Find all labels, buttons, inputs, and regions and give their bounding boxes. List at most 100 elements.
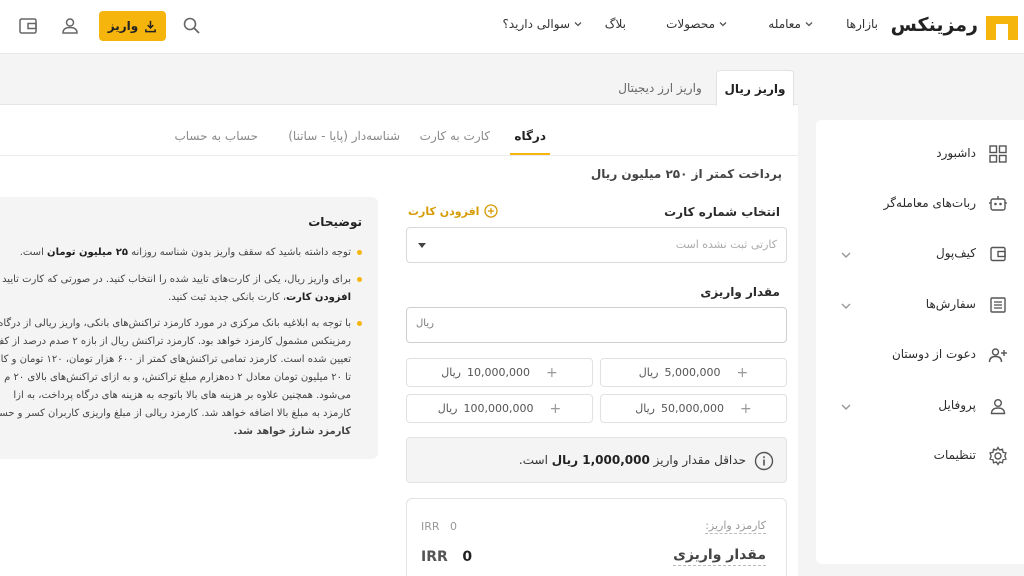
search-icon[interactable] [180, 14, 204, 38]
sidebar: داشبورد ربات‌های معامله‌گر کیف‌پول سفارش… [816, 120, 1024, 564]
amount-summary-unit: IRR [421, 549, 448, 565]
sidebar-item-label: تنظیمات [933, 448, 976, 462]
preset-amount-unit: ریال [437, 402, 458, 415]
description-bullet-3: با توجه به ابلاغیه بانک مرکزی در مورد کا… [0, 318, 362, 329]
description-bold: افزودن کارت [286, 292, 351, 303]
sidebar-item-label: دعوت از دوستان [891, 347, 976, 361]
preset-amount-unit: ریال [638, 366, 659, 379]
deposit-button-label: واریز [107, 19, 139, 33]
nav-trade[interactable]: معامله [768, 17, 814, 31]
nav-blog[interactable]: بلاگ [605, 17, 626, 31]
info-icon [754, 451, 774, 471]
chevron-down-icon [841, 303, 851, 309]
nav-markets[interactable]: بازارها [846, 17, 878, 31]
description-text: توجه داشته باشید که سقف واریز بدون شناسه… [131, 247, 351, 258]
chevron-down-icon [574, 22, 582, 27]
description-text: تعیین شده است. کارمزد تمامی تراکنش‌های ک… [0, 354, 351, 365]
preset-amount-button[interactable]: + 100,000,000 ریال [406, 394, 593, 423]
preset-amount-unit: ریال [441, 366, 461, 379]
chevron-down-icon [805, 22, 813, 27]
subtab-id-deposit[interactable]: شناسه‌دار (پایا - ساتنا) [288, 129, 400, 143]
subtab-account-to-account[interactable]: حساب به حساب [174, 129, 258, 143]
user-icon[interactable] [58, 14, 82, 38]
tab-crypto-label: واریز ارز دیجیتال [618, 81, 702, 95]
sidebar-item-dashboard[interactable]: داشبورد [816, 142, 1014, 166]
sidebar-item-label: کیف‌پول [935, 246, 976, 260]
caret-down-icon [418, 243, 426, 248]
description-title: توضیحات [308, 215, 362, 229]
amount-unit: ریال [416, 318, 434, 329]
card-select-dropdown[interactable]: کارتی ثبت نشده است [406, 227, 787, 263]
preset-amount-button[interactable]: + 5,000,000 ریال [600, 358, 787, 387]
subtab-id-deposit-label: شناسه‌دار (پایا - ساتنا) [288, 129, 400, 143]
description-text: با توجه به ابلاغیه بانک مرکزی در مورد کا… [0, 318, 351, 329]
card-select-placeholder: کارتی ثبت نشده است [675, 238, 777, 251]
sidebar-item-profile[interactable]: پروفایل [816, 394, 1014, 418]
nav-trade-label: معامله [768, 17, 801, 31]
tab-crypto-deposit[interactable]: واریز ارز دیجیتال [604, 70, 716, 106]
sidebar-item-invite[interactable]: دعوت از دوستان [816, 343, 1014, 367]
amount-label: مقدار واریزی [700, 285, 780, 299]
nav-faq[interactable]: سوالی دارید؟ [502, 17, 583, 31]
subtab-gateway[interactable]: درگاه [514, 129, 546, 143]
nav-products[interactable]: محصولات [666, 17, 728, 31]
description-text: است. [19, 247, 44, 258]
preset-amount-button[interactable]: + 50,000,000 ریال [600, 394, 787, 423]
subtab-card-to-card[interactable]: کارت به کارت [420, 129, 490, 143]
payment-limit-text: پرداخت کمتر از ۲۵۰ میلیون ریال [590, 167, 782, 181]
plus-icon: + [739, 400, 752, 417]
fee-summary-card: کارمزد واریز: IRR 0 مقدار واریزی IRR 0 [406, 498, 787, 576]
preset-amount-button[interactable]: + 10,000,000 ریال [406, 358, 593, 387]
description-text: ، کارت بانکی جدید ثبت کنید. [168, 292, 287, 303]
preset-amount-unit: ریال [635, 402, 655, 415]
subtab-card-to-card-label: کارت به کارت [419, 129, 490, 143]
card-select-label: انتخاب شماره کارت [664, 205, 780, 219]
robot-icon [989, 196, 1007, 211]
sidebar-item-orders[interactable]: سفارش‌ها [816, 293, 1014, 317]
deposit-button[interactable]: واریز [99, 11, 166, 41]
sidebar-item-robots[interactable]: ربات‌های معامله‌گر [816, 192, 1014, 216]
plus-icon: + [545, 364, 558, 381]
preset-amount-value: 5,000,000 [664, 366, 721, 379]
bullet-dot [357, 320, 362, 326]
sidebar-item-label: ربات‌های معامله‌گر [883, 196, 976, 210]
description-bullet-2-cont: افزودن کارت، کارت بانکی جدید ثبت کنید. [168, 292, 351, 303]
description-bold: ۲۵ میلیون تومان [47, 247, 128, 258]
settings-icon [989, 446, 1007, 466]
logo-icon[interactable] [986, 12, 1018, 40]
logo-text[interactable]: رمزینکس [891, 14, 979, 36]
preset-amount-value: 100,000,000 [463, 402, 534, 415]
amount-input[interactable]: ریال [406, 307, 787, 343]
description-bullet-2: برای واریز ریال، یکی از کارت‌های تایید ش… [2, 274, 362, 285]
sidebar-item-label: داشبورد [936, 146, 976, 160]
description-text: تا ۲۰ میلیون تومان معادل ۲ ده‌هزارم مبلغ… [4, 372, 351, 383]
sidebar-item-label: سفارش‌ها [925, 297, 976, 311]
invite-icon [988, 348, 1007, 363]
bullet-dot [357, 249, 362, 255]
payment-limit-notice: پرداخت کمتر از ۲۵۰ میلیون ریال [591, 165, 788, 183]
orders-icon [990, 297, 1006, 313]
add-card-button[interactable]: افزودن کارت [408, 204, 499, 218]
sidebar-item-wallet[interactable]: کیف‌پول [816, 242, 1014, 266]
nav-products-label: محصولات [666, 17, 715, 31]
bullet-dot [357, 276, 362, 282]
description-text: رمزینکس مشمول کارمزد خواهد بود. کارمزد ت… [0, 336, 351, 347]
plus-icon: + [549, 400, 562, 417]
subtab-gateway-label: درگاه [514, 129, 546, 143]
tab-rial-deposit[interactable]: واریز ریال [716, 70, 794, 106]
sidebar-item-settings[interactable]: تنظیمات [816, 444, 1014, 468]
download-icon [145, 20, 157, 32]
dashboard-icon [989, 145, 1007, 163]
subtab-divider [0, 155, 798, 156]
minimum-note-suffix: است. [518, 453, 548, 467]
description-text: کارمزد به مبلغ بالا اضافه خواهد شد. کارم… [0, 408, 351, 419]
subtab-account-label: حساب به حساب [174, 129, 258, 143]
plus-icon: + [736, 364, 749, 381]
nav-faq-label: سوالی دارید؟ [502, 17, 570, 31]
wallet-icon [990, 246, 1006, 262]
fee-unit: IRR [421, 520, 440, 533]
wallet-icon[interactable] [16, 14, 40, 38]
description-text: کارمزد شارژ خواهد شد. [233, 426, 351, 437]
preset-amount-value: 10,000,000 [467, 366, 530, 379]
chevron-down-icon [841, 404, 851, 410]
